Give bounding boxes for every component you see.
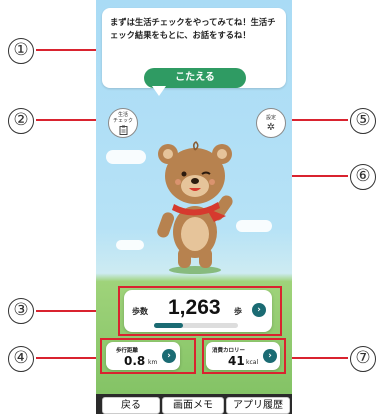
callout-4: ④	[8, 346, 34, 372]
callout-6: ⑥	[350, 164, 376, 190]
life-check-button[interactable]: 生活 チェック	[108, 108, 138, 138]
distance-highlight-box	[100, 338, 196, 374]
callout-1: ①	[8, 38, 34, 64]
bear-character[interactable]	[140, 136, 250, 276]
leader-line-4	[36, 357, 100, 359]
leader-line-5	[284, 119, 348, 121]
bubble-message: まずは生活チェックをやってみてね！生活チェック結果をもとに、お話をするね！	[110, 17, 276, 40]
bubble-tail	[152, 86, 166, 96]
screen-memo-button[interactable]: 画面メモ	[162, 397, 224, 414]
steps-highlight-box	[118, 286, 282, 336]
callout-2: ②	[8, 108, 34, 134]
leader-line-7	[286, 357, 348, 359]
life-check-label-line2: チェック	[112, 118, 133, 124]
settings-label: 設定	[265, 115, 276, 121]
callout-7: ⑦	[350, 346, 376, 372]
calories-highlight-box	[202, 338, 286, 374]
callout-5: ⑤	[350, 108, 376, 134]
back-button[interactable]: 戻る	[102, 397, 160, 414]
gear-icon: ✲	[266, 122, 276, 133]
settings-button[interactable]: 設定 ✲	[256, 108, 286, 138]
app-history-button[interactable]: アプリ履歴	[226, 397, 290, 414]
speech-bubble: まずは生活チェックをやってみてね！生活チェック結果をもとに、お話をするね！ こた…	[102, 8, 286, 88]
callout-3: ③	[8, 298, 34, 324]
answer-button[interactable]: こたえる	[144, 68, 246, 88]
clipboard-icon	[109, 125, 137, 138]
bottom-navigation-bar: 戻る 画面メモ アプリ履歴	[96, 394, 292, 414]
